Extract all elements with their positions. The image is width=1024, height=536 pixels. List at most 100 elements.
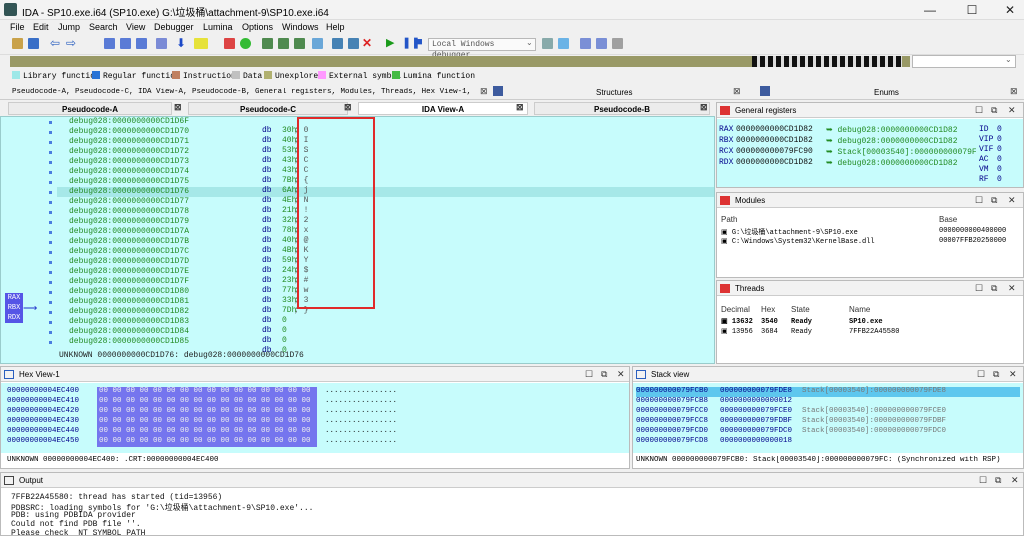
disasm-line[interactable]: debug028:0000000000CD1D6F db 30h; 0 (69, 117, 308, 135)
disasm-line[interactable]: debug028:0000000000CD1D7D db 24h; $ (69, 257, 308, 275)
disasm-line[interactable]: debug028:0000000000CD1D74 db 7Bh; { (69, 167, 308, 185)
text-search-icon[interactable] (120, 38, 131, 49)
disasm-line[interactable]: debug028:0000000000CD1D78 db 32h; 2 (69, 207, 308, 225)
tab-pseudocode-a-close-icon[interactable]: ⊠ (174, 102, 182, 113)
stack-float-icon[interactable]: ⧉ (993, 367, 999, 382)
attach-icon[interactable] (542, 38, 553, 49)
minimize-button[interactable]: — (910, 0, 950, 20)
type-icon[interactable] (194, 38, 208, 49)
hex-close-icon[interactable]: ✕ (617, 367, 625, 382)
list-icon[interactable] (580, 38, 591, 49)
stop-icon[interactable]: ■ (416, 36, 423, 48)
disasm-line[interactable]: debug028:0000000000CD1D77 db 21h; ! (69, 197, 308, 215)
disasm-line[interactable]: debug028:0000000000CD1D7E db 23h; # (69, 267, 308, 285)
copy-icon[interactable] (156, 38, 167, 49)
binary-search-icon[interactable] (104, 38, 115, 49)
debugger-select[interactable]: Local Windows debugger (428, 38, 536, 60)
menu-jump[interactable]: Jump (58, 22, 80, 32)
proximity-icon[interactable] (278, 38, 289, 49)
menu-windows[interactable]: Windows (282, 22, 319, 32)
stack-restore-icon[interactable]: ☐ (977, 367, 985, 382)
threads-float-icon[interactable]: ⧉ (991, 281, 997, 296)
hex-icon[interactable] (332, 38, 343, 49)
right-select-chevron-icon[interactable]: ⌄ (1005, 55, 1012, 64)
disasm-line[interactable]: debug028:0000000000CD1D7A db 40h; @ (69, 227, 308, 245)
disasm-line[interactable]: debug028:0000000000CD1D80 db 33h; 3 (69, 287, 308, 305)
maximize-button[interactable]: ☐ (952, 0, 992, 20)
stack-dump[interactable]: 000000000079FCB0 000000000079FDE8 Stack[00… (633, 383, 1023, 453)
doc-tab-enums-close-icon[interactable]: ⊠ (1010, 86, 1018, 97)
menu-search[interactable]: Search (89, 22, 118, 32)
registers-restore-icon[interactable]: ☐ (975, 103, 983, 118)
disasm-line[interactable]: debug028:0000000000CD1D84 db 0 (69, 327, 287, 345)
save-icon[interactable] (28, 38, 39, 49)
hex-restore-icon[interactable]: ☐ (585, 367, 593, 382)
disasm-line[interactable]: debug028:0000000000CD1D83 db 0 (69, 317, 287, 335)
tab-ida-view-a-close-icon[interactable]: ⊠ (516, 102, 524, 113)
breakpoint-icon[interactable] (224, 38, 235, 49)
disasm-line[interactable]: debug028:0000000000CD1D79 db 78h; x (69, 217, 308, 235)
plugin-icon[interactable] (312, 38, 323, 49)
modules-col-base[interactable]: Base (939, 215, 957, 224)
doc-tab-main-close-icon[interactable]: ⊠ (480, 86, 488, 97)
menu-file[interactable]: File (10, 22, 25, 32)
menu-view[interactable]: View (126, 22, 145, 32)
threads-col-hex[interactable]: Hex (761, 305, 775, 314)
back-icon[interactable]: ⇦ (50, 36, 60, 50)
open-icon[interactable] (12, 38, 23, 49)
tab-pseudocode-c[interactable]: Pseudocode-C (188, 102, 348, 115)
output-log[interactable]: 7FFB22A45580: thread has started (tid=13… (1, 489, 1023, 535)
run-icon[interactable]: ▶ (386, 36, 394, 49)
search-next-icon[interactable] (136, 38, 147, 49)
menu-lumina[interactable]: Lumina (203, 22, 233, 32)
output-restore-icon[interactable]: ☐ (979, 473, 987, 488)
menu-edit[interactable]: Edit (33, 22, 49, 32)
menu-help[interactable]: Help (326, 22, 345, 32)
hex-dump[interactable]: 00000000004EC400 00 00 00 00 00 00 00 00 … (1, 383, 629, 453)
threads-list[interactable]: ▣ 13632 3540 Ready SP10.exe ▣ 13956 3684 Ready… (717, 317, 1023, 347)
tab-pseudocode-b[interactable]: Pseudocode-B (534, 102, 710, 115)
right-select[interactable] (912, 55, 1016, 68)
graph-icon[interactable] (262, 38, 273, 49)
tab-pseudocode-c-close-icon[interactable]: ⊠ (344, 102, 352, 113)
threads-restore-icon[interactable]: ☐ (975, 281, 983, 296)
disasm-line[interactable]: debug028:0000000000CD1D73 db 43h; C (69, 157, 308, 175)
disasm-line[interactable]: debug028:0000000000CD1D70 db 40h; I (69, 127, 308, 145)
modules-list[interactable]: ▣ G:\垃圾桶\attachment-9\SP10.exe 0000000000… (717, 227, 1023, 257)
disasm-line[interactable]: debug028:0000000000CD1D81 db 7Dh; } (69, 297, 308, 315)
disassembly-view[interactable]: debug028:0000000000CD1D6F db 30h; 0 debug02… (0, 116, 715, 364)
close-button[interactable]: ✕ (990, 0, 1024, 20)
tab-pseudocode-a[interactable]: Pseudocode-A (8, 102, 172, 115)
threads-col-state[interactable]: State (791, 305, 810, 314)
stack-close-icon[interactable]: ✕ (1009, 367, 1017, 382)
step-icon[interactable] (558, 38, 569, 49)
doc-tab-structures[interactable]: Structures (596, 88, 632, 97)
threads-col-decimal[interactable]: Decimal (721, 305, 750, 314)
delete-icon[interactable]: ✕ (362, 36, 372, 50)
tab-pseudocode-b-close-icon[interactable]: ⊠ (700, 102, 708, 113)
menu-debugger[interactable]: Debugger (154, 22, 194, 32)
status-green-icon[interactable] (240, 38, 251, 49)
modules-restore-icon[interactable]: ☐ (975, 193, 983, 208)
doc-tab-structures-close-icon[interactable]: ⊠ (733, 86, 741, 97)
struct-icon[interactable] (348, 38, 359, 49)
menu-options[interactable]: Options (242, 22, 273, 32)
modules-close-icon[interactable]: ✕ (1008, 193, 1016, 208)
doc-tab-enums[interactable]: Enums (874, 88, 899, 97)
disasm-line[interactable]: debug028:0000000000CD1D71 db 53h; S (69, 137, 308, 155)
disasm-line[interactable]: debug028:0000000000CD1D7F db 77h; w (69, 277, 308, 295)
output-close-icon[interactable]: ✕ (1011, 473, 1019, 488)
registers-float-icon[interactable]: ⧉ (991, 103, 997, 118)
registers-close-icon[interactable]: ✕ (1008, 103, 1016, 118)
disasm-line[interactable]: debug028:0000000000CD1D85 db 0 (69, 337, 287, 355)
threads-close-icon[interactable]: ✕ (1008, 281, 1016, 296)
settings-icon[interactable] (612, 38, 623, 49)
disasm-line[interactable]: debug028:0000000000CD1D76 db 4Eh; N (69, 187, 308, 205)
forward-icon[interactable]: ⇨ (66, 36, 76, 50)
registers-body[interactable]: RAX 0000000000CD1D82 ➥ debug028:0000000000… (717, 119, 1023, 187)
doc-tab-main[interactable]: Pseudocode-A, Pseudocode-C, IDA View-A, … (12, 88, 472, 96)
output-float-icon[interactable]: ⧉ (995, 473, 1001, 488)
threads-col-name[interactable]: Name (849, 305, 870, 314)
modules-float-icon[interactable]: ⧉ (991, 193, 997, 208)
disasm-line[interactable]: debug028:0000000000CD1D82 db 0 (69, 307, 287, 325)
